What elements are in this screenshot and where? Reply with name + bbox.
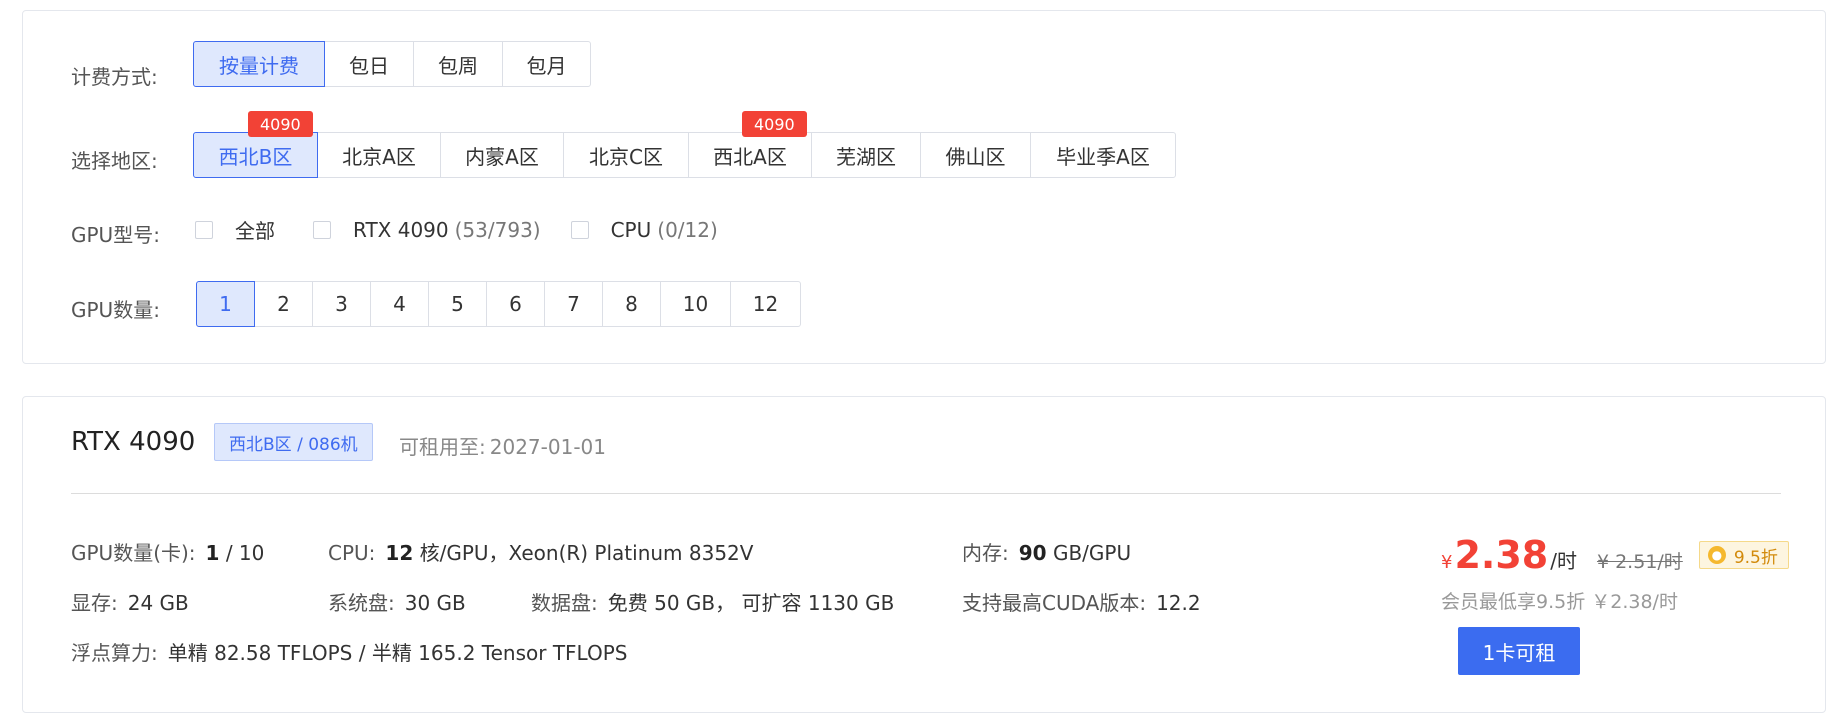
discount-badge: ● 9.5折 bbox=[1698, 541, 1789, 569]
billing-option-hourly[interactable]: 按量计费 bbox=[193, 41, 325, 87]
gpu-type-label: GPU型号: bbox=[71, 223, 160, 247]
spec-gpu-count: GPU数量(卡): 1 / 10 bbox=[71, 537, 264, 566]
gpu-count-option[interactable]: 4 bbox=[370, 281, 429, 327]
gpu-count-option[interactable]: 7 bbox=[544, 281, 603, 327]
region-option-biyeji-a[interactable]: 毕业季A区 bbox=[1030, 132, 1176, 178]
spec-value: 24 GB bbox=[127, 591, 189, 615]
gpu-count-option[interactable]: 5 bbox=[428, 281, 487, 327]
gpu-type-cpu[interactable]: CPU (0/12) bbox=[570, 217, 718, 242]
spec-label: 数据盘: bbox=[531, 591, 598, 615]
machine-card: RTX 4090 西北B区 / 086机 可租用至: 2027-01-01 GPU… bbox=[22, 396, 1826, 713]
region-label: 选择地区: bbox=[71, 149, 158, 173]
spec-value: 12 bbox=[385, 541, 414, 565]
original-price: ¥ 2.51/时 bbox=[1596, 551, 1683, 573]
spec-value: 12.2 bbox=[1156, 591, 1201, 615]
gpu-type-count: (53/793) bbox=[454, 217, 541, 242]
spec-label: 浮点算力: bbox=[71, 641, 158, 665]
region-option-neimeng-a[interactable]: 内蒙A区 bbox=[440, 132, 564, 178]
spec-cpu: CPU: 12 核/GPU，Xeon(R) Platinum 8352V bbox=[328, 537, 753, 566]
spec-label: 系统盘: bbox=[328, 591, 395, 615]
discount-text: 9.5折 bbox=[1733, 547, 1778, 568]
gpu-count-option[interactable]: 12 bbox=[730, 281, 801, 327]
available-label: 可租用至: bbox=[399, 435, 486, 459]
gpu-type-name: 全部 bbox=[235, 219, 275, 243]
region-option-beijing-c[interactable]: 北京C区 bbox=[563, 132, 689, 178]
gpu-count-option[interactable]: 6 bbox=[486, 281, 545, 327]
billing-option-daily[interactable]: 包日 bbox=[324, 41, 414, 87]
spec-memory: 内存: 90 GB/GPU bbox=[962, 537, 1131, 566]
region-option-xibei-a[interactable]: 西北A区 4090 bbox=[688, 111, 812, 178]
rent-button[interactable]: 1卡可租 bbox=[1458, 627, 1580, 675]
price-value: 2.38 bbox=[1454, 533, 1549, 577]
gpu-type-name: CPU bbox=[610, 217, 652, 242]
spec-value: 单精 82.58 TFLOPS / 半精 165.2 Tensor TFLOPS bbox=[167, 641, 628, 665]
divider bbox=[71, 493, 1781, 494]
card-title: RTX 4090 bbox=[71, 427, 196, 457]
spec-value: 90 bbox=[1018, 541, 1047, 565]
billing-options: 按量计费 包日 包周 包月 bbox=[193, 41, 591, 87]
region-options: 西北B区 4090 北京A区 内蒙A区 北京C区 西北A区 4090 芜湖区 佛… bbox=[193, 111, 1176, 178]
price-line: ¥ 2.38 /时 ¥ 2.51/时 ● 9.5折 bbox=[1441, 533, 1789, 577]
gpu-type-rtx4090[interactable]: RTX 4090 (53/793) bbox=[313, 218, 541, 242]
spec-system-disk: 系统盘: 30 GB bbox=[328, 587, 466, 616]
spec-flops: 浮点算力: 单精 82.58 TFLOPS / 半精 165.2 Tensor T… bbox=[71, 637, 627, 666]
spec-cuda: 支持最高CUDA版本: 12.2 bbox=[962, 587, 1201, 616]
spec-data-disk: 数据盘: 免费 50 GB， 可扩容 1130 GB bbox=[531, 587, 894, 616]
gpu-type-name: RTX 4090 bbox=[353, 217, 449, 242]
spec-label: GPU数量(卡): bbox=[71, 541, 196, 565]
gpu-count-option[interactable]: 8 bbox=[602, 281, 661, 327]
spec-label: 支持最高CUDA版本: bbox=[962, 591, 1147, 615]
billing-label: 计费方式: bbox=[71, 65, 158, 89]
region-option-wuhu[interactable]: 芜湖区 bbox=[811, 132, 921, 178]
gpu-count-label: GPU数量: bbox=[71, 298, 160, 322]
region-machine-tag: 西北B区 / 086机 bbox=[214, 423, 373, 461]
currency-symbol: ¥ bbox=[1441, 552, 1453, 573]
spec-label: CPU: bbox=[328, 541, 376, 565]
price-unit: /时 bbox=[1550, 549, 1577, 573]
gpu-count-option[interactable]: 1 bbox=[196, 281, 255, 327]
spec-label: 显存: bbox=[71, 591, 118, 615]
spec-value: 1 bbox=[205, 541, 220, 565]
spec-total: / 10 bbox=[225, 541, 265, 565]
gpu-count-option[interactable]: 2 bbox=[254, 281, 313, 327]
region-option-xibei-b[interactable]: 西北B区 4090 bbox=[193, 111, 318, 178]
region-option-label: 西北A区 bbox=[713, 144, 787, 169]
checkbox[interactable] bbox=[570, 220, 589, 239]
gpu-type-all[interactable]: 全部 bbox=[195, 215, 275, 244]
spec-value: 30 GB bbox=[404, 591, 466, 615]
billing-option-monthly[interactable]: 包月 bbox=[502, 41, 591, 87]
member-price-note: 会员最低享9.5折 ￥2.38/时 bbox=[1441, 591, 1678, 613]
checkbox[interactable] bbox=[195, 220, 213, 239]
filter-panel: 计费方式: 按量计费 包日 包周 包月 选择地区: 西北B区 4090 北京A区… bbox=[22, 10, 1826, 364]
price-area: ¥ 2.38 /时 ¥ 2.51/时 ● 9.5折 会员最低享9.5折 ￥2.3… bbox=[1441, 533, 1789, 614]
gpu-count-options: 1 2 3 4 5 6 7 8 10 12 bbox=[196, 281, 801, 327]
spec-unit: GB/GPU bbox=[1052, 541, 1132, 565]
gpu-type-count: (0/12) bbox=[657, 217, 718, 242]
spec-value: 免费 50 GB， 可扩容 1130 GB bbox=[607, 591, 895, 615]
spec-label: 内存: bbox=[962, 541, 1009, 565]
spec-vram: 显存: 24 GB bbox=[71, 587, 189, 616]
region-option-label: 西北B区 bbox=[218, 144, 293, 169]
gpu-count-option[interactable]: 10 bbox=[660, 281, 731, 327]
region-badge: 4090 bbox=[248, 111, 313, 137]
gpu-count-option[interactable]: 3 bbox=[312, 281, 371, 327]
available-until: 可租用至: 2027-01-01 bbox=[399, 431, 606, 460]
gpu-type-options: 全部 RTX 4090 (53/793) CPU (0/12) bbox=[195, 215, 748, 244]
coin-icon: ● bbox=[1707, 546, 1726, 564]
region-badge: 4090 bbox=[742, 111, 807, 137]
region-option-beijing-a[interactable]: 北京A区 bbox=[317, 132, 441, 178]
region-option-foshan[interactable]: 佛山区 bbox=[920, 132, 1031, 178]
spec-detail: 核/GPU，Xeon(R) Platinum 8352V bbox=[419, 541, 754, 565]
checkbox[interactable] bbox=[313, 220, 331, 239]
billing-option-weekly[interactable]: 包周 bbox=[413, 41, 503, 87]
available-date: 2027-01-01 bbox=[489, 435, 606, 459]
